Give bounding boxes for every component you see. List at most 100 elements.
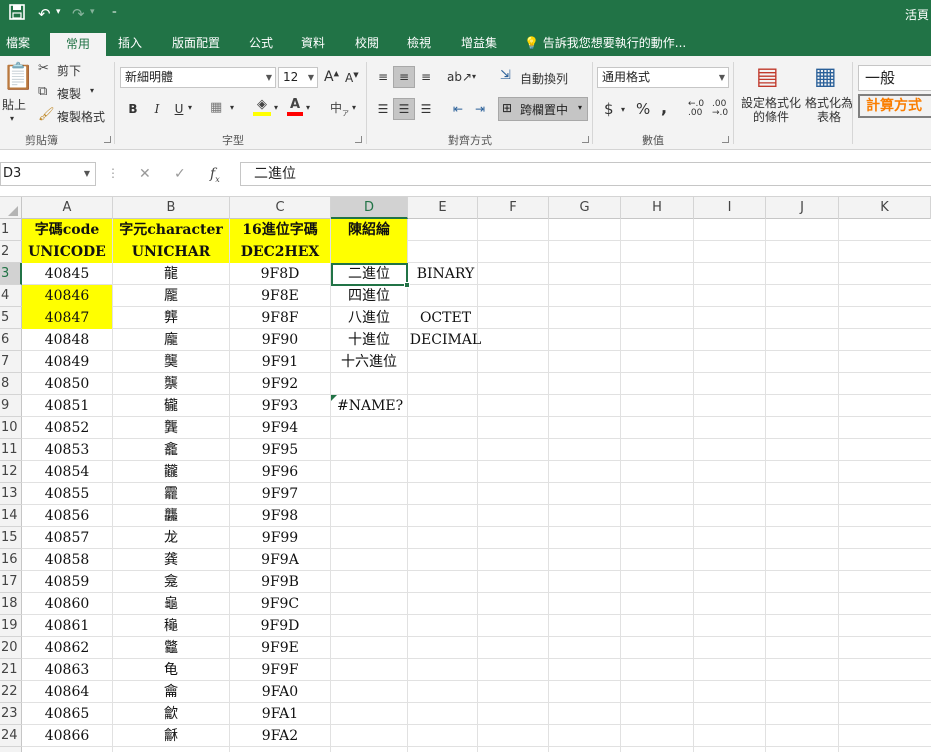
underline-dropdown-icon[interactable]: ▾ — [188, 103, 192, 112]
cell-d5[interactable]: 八進位 — [331, 307, 407, 329]
align-top-icon[interactable]: ≡ — [372, 66, 394, 88]
font-color-icon[interactable]: A — [287, 97, 303, 116]
currency-button[interactable]: $ — [604, 100, 614, 118]
cell-c1[interactable]: 16進位字碼 — [230, 219, 330, 241]
cell-a6[interactable]: 40848 — [22, 329, 112, 351]
row-header-1[interactable]: 1 — [0, 219, 22, 241]
tab-item-8[interactable]: 增益集 — [448, 30, 510, 56]
copy-button[interactable]: 複製 — [57, 85, 81, 102]
cell-c7[interactable]: 9F91 — [230, 351, 330, 373]
cell-c16[interactable]: 9F9A — [230, 549, 330, 571]
tab-item-2[interactable]: 插入 — [106, 30, 154, 56]
row-header-24[interactable]: 24 — [0, 725, 22, 747]
cell-e5[interactable]: OCTET — [408, 307, 483, 329]
row-header-20[interactable]: 20 — [0, 637, 22, 659]
row-header-8[interactable]: 8 — [0, 373, 22, 395]
row-header-7[interactable]: 7 — [0, 351, 22, 373]
column-header-j[interactable]: J — [766, 197, 839, 219]
cell-d7[interactable]: 十六進位 — [331, 351, 407, 373]
cell-a21[interactable]: 40863 — [22, 659, 112, 681]
cell-a13[interactable]: 40855 — [22, 483, 112, 505]
row-header-14[interactable]: 14 — [0, 505, 22, 527]
align-bottom-icon[interactable]: ≡ — [415, 66, 437, 88]
cell-b7[interactable]: 龑 — [113, 351, 229, 373]
cell-style-normal[interactable]: 一般 — [858, 65, 931, 91]
row-header-18[interactable]: 18 — [0, 593, 22, 615]
cell-a2[interactable]: UNICODE — [22, 241, 112, 263]
phonetic-icon[interactable]: 中ア — [330, 99, 349, 118]
decrease-font-icon[interactable]: A▼ — [345, 71, 359, 85]
cell-b16[interactable]: 龚 — [113, 549, 229, 571]
cell-c20[interactable]: 9F9E — [230, 637, 330, 659]
row-header-3[interactable]: 3 — [0, 263, 22, 285]
cell-b5[interactable]: 龏 — [113, 307, 229, 329]
cell-b6[interactable]: 龐 — [113, 329, 229, 351]
cell-c13[interactable]: 9F97 — [230, 483, 330, 505]
row-header-21[interactable]: 21 — [0, 659, 22, 681]
row-header-19[interactable]: 19 — [0, 615, 22, 637]
format-painter-button[interactable]: 複製格式 — [57, 108, 105, 125]
increase-decimal-icon[interactable]: ←.0.00 — [688, 100, 704, 118]
insert-function-icon[interactable]: fx — [210, 166, 220, 184]
cell-d9[interactable]: #NAME? — [331, 395, 407, 417]
undo-icon[interactable]: ↶ — [38, 4, 51, 24]
save-icon[interactable] — [9, 4, 25, 25]
cell-c6[interactable]: 9F90 — [230, 329, 330, 351]
cell-a24[interactable]: 40866 — [22, 725, 112, 747]
align-center-icon[interactable]: ☰ — [393, 98, 415, 120]
cell-a11[interactable]: 40853 — [22, 439, 112, 461]
conditional-format-icon[interactable]: ▤ — [756, 62, 779, 90]
cell-a20[interactable]: 40862 — [22, 637, 112, 659]
font-size-combo[interactable]: 12 ▼ — [278, 67, 318, 88]
tab-item-5[interactable]: 資料 — [290, 30, 336, 56]
error-indicator-icon[interactable] — [331, 395, 337, 401]
cell-b12[interactable]: 龖 — [113, 461, 229, 483]
align-left-icon[interactable]: ☰ — [372, 98, 394, 120]
row-header-2[interactable]: 2 — [0, 241, 22, 263]
decrease-decimal-icon[interactable]: .00 →.0 — [712, 100, 728, 118]
cell-a23[interactable]: 40865 — [22, 703, 112, 725]
fill-handle[interactable] — [404, 282, 410, 288]
format-painter-icon[interactable]: 🖌 — [38, 107, 55, 122]
orientation-icon[interactable]: ab↗ — [447, 66, 472, 88]
cell-c15[interactable]: 9F99 — [230, 527, 330, 549]
cell-c8[interactable]: 9F92 — [230, 373, 330, 395]
cell-a1[interactable]: 字碼code — [22, 219, 112, 241]
underline-button[interactable]: U — [168, 98, 190, 120]
cell-a17[interactable]: 40859 — [22, 571, 112, 593]
border-dropdown-icon[interactable]: ▾ — [230, 103, 234, 112]
cell-c11[interactable]: 9F95 — [230, 439, 330, 461]
font-launcher-icon[interactable] — [355, 136, 362, 143]
cut-icon[interactable]: ✂ — [38, 61, 49, 76]
merge-center-button[interactable]: ⊞ 跨欄置中 ▾ — [498, 97, 588, 121]
column-header-d[interactable]: D — [331, 197, 408, 219]
conditional-format-button[interactable]: 設定格式化的條件 — [740, 96, 802, 124]
cell-style-calculation[interactable]: 計算方式 — [858, 94, 931, 118]
cell-c22[interactable]: 9FA0 — [230, 681, 330, 703]
percent-button[interactable]: % — [636, 100, 650, 118]
cell-a12[interactable]: 40854 — [22, 461, 112, 483]
cell-b24[interactable]: 龢 — [113, 725, 229, 747]
cell-b21[interactable]: 龟 — [113, 659, 229, 681]
increase-indent-icon[interactable]: ⇥ — [469, 98, 491, 120]
cell-b14[interactable]: 龘 — [113, 505, 229, 527]
row-header-10[interactable]: 10 — [0, 417, 22, 439]
redo-dropdown-icon[interactable]: ▾ — [90, 7, 95, 17]
column-header-h[interactable]: H — [621, 197, 694, 219]
cell-a14[interactable]: 40856 — [22, 505, 112, 527]
cell-c3[interactable]: 9F8D — [230, 263, 330, 285]
cancel-icon[interactable]: ✕ — [139, 166, 151, 182]
tab-item-1[interactable]: 常用 — [50, 33, 106, 56]
number-launcher-icon[interactable] — [722, 136, 729, 143]
tab-item-4[interactable]: 公式 — [238, 30, 284, 56]
cell-e6[interactable]: DECIMAL — [408, 329, 483, 351]
cell-d2[interactable] — [331, 241, 407, 263]
increase-font-icon[interactable]: A▲ — [324, 69, 339, 85]
cell-a3[interactable]: 40845 — [22, 263, 112, 285]
cell-b22[interactable]: 龠 — [113, 681, 229, 703]
enter-icon[interactable]: ✓ — [174, 166, 186, 182]
cell-d1[interactable]: 陳紹綸 — [331, 219, 407, 241]
copy-icon[interactable]: ⧉ — [38, 84, 47, 99]
row-header-13[interactable]: 13 — [0, 483, 22, 505]
cell-c10[interactable]: 9F94 — [230, 417, 330, 439]
